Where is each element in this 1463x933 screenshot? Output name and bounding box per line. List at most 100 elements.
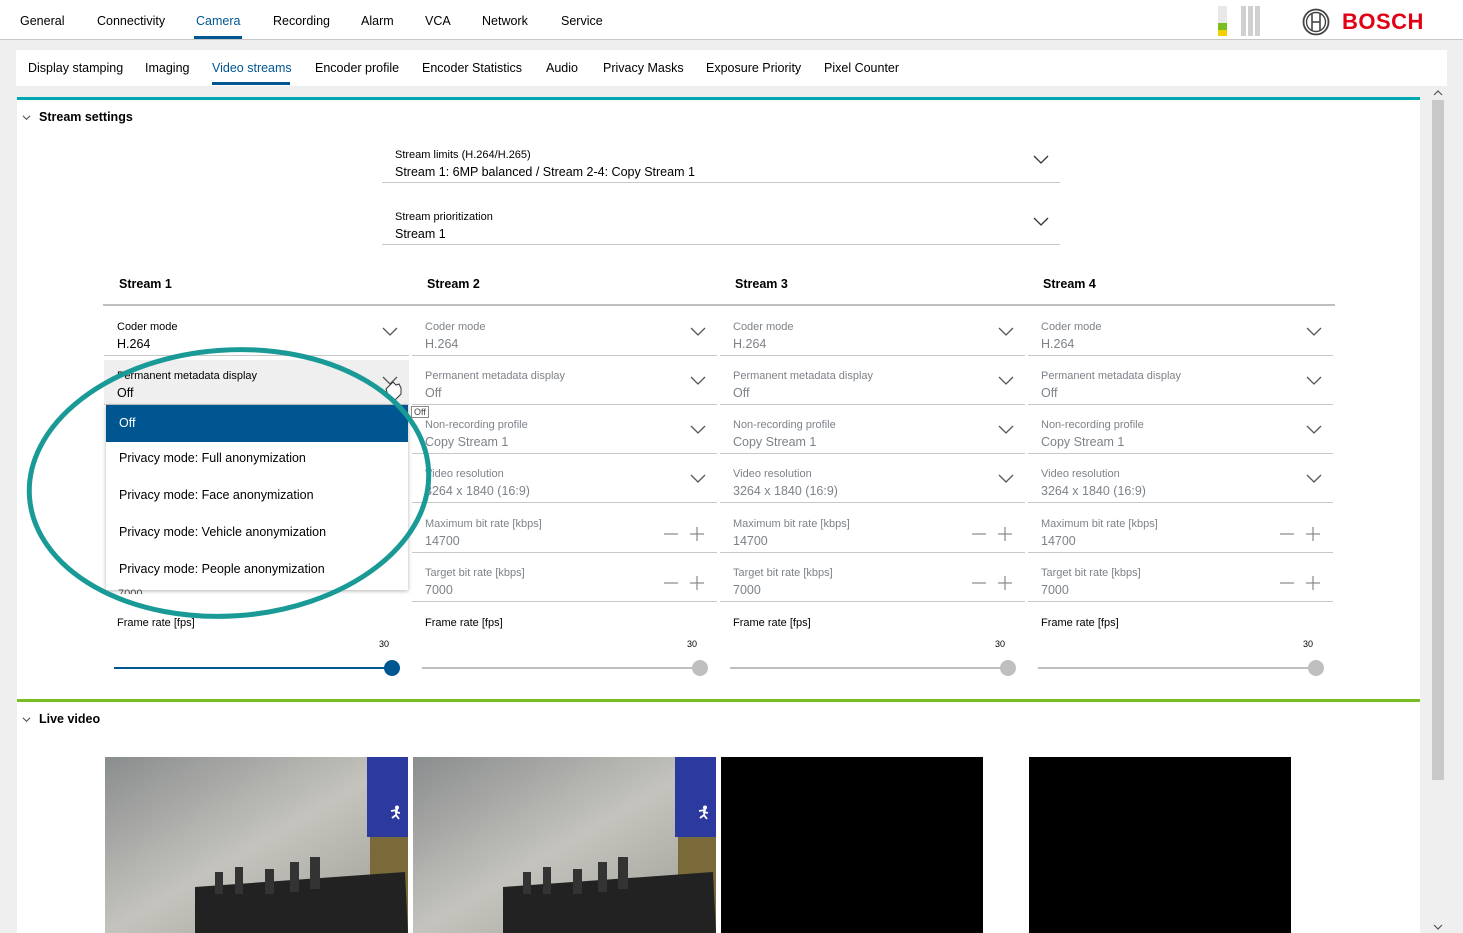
target-bitrate-label: Target bit rate [kbps] [733,567,833,579]
nav-service[interactable]: Service [561,14,603,28]
non-recording-profile-value: Copy Stream 1 [1041,435,1125,449]
stream-4-target-bitrate-input[interactable]: Target bit rate [kbps] 7000 [1028,557,1333,602]
minus-plus-icon[interactable] [970,525,1014,543]
subnav-encoder-statistics[interactable]: Encoder Statistics [422,61,522,75]
video-feed-3[interactable] [721,757,983,933]
coder-mode-label: Coder mode [425,321,486,333]
video-feed-4[interactable] [1029,757,1291,933]
stream-3-header: Stream 3 [735,277,788,291]
stream-4-video-resolution-select[interactable]: Video resolution 3264 x 1840 (16:9) [1028,458,1333,503]
stream-3-frame-rate-thumb[interactable] [1000,660,1016,676]
stream-2-video-resolution-select[interactable]: Video resolution 3264 x 1840 (16:9) [412,458,717,503]
nav-connectivity[interactable]: Connectivity [97,14,165,28]
live-video-header[interactable]: Live video [22,712,100,726]
subnav-exposure-priority[interactable]: Exposure Priority [706,61,801,75]
subnav-encoder-profile[interactable]: Encoder profile [315,61,399,75]
subnav-imaging[interactable]: Imaging [145,61,189,75]
brand-wordmark: BOSCH [1342,9,1424,34]
vertical-scrollbar[interactable] [1428,86,1448,933]
minus-plus-icon[interactable] [970,574,1014,592]
stream-2-frame-rate-thumb[interactable] [692,660,708,676]
coder-mode-label: Coder mode [1041,321,1102,333]
stream-1-frame-rate-max: 30 [379,639,390,649]
live-video-title: Live video [39,712,101,726]
non-recording-profile-value: Copy Stream 1 [425,435,509,449]
video-feed-1[interactable] [105,757,408,933]
nav-camera[interactable]: Camera [196,14,240,28]
stream-settings-accent [17,97,1420,100]
chevron-down-icon [382,327,398,336]
nav-alarm[interactable]: Alarm [361,14,394,28]
stream-2-frame-rate-track[interactable] [422,667,700,669]
stream-4-frame-rate-track[interactable] [1038,667,1316,669]
max-bitrate-label: Maximum bit rate [kbps] [733,518,850,530]
stream-2-max-bitrate-input[interactable]: Maximum bit rate [kbps] 14700 [412,508,717,553]
nav-vca[interactable]: VCA [425,14,451,28]
stream-4-metadata-display-select[interactable]: Permanent metadata display Off [1028,360,1333,405]
non-recording-profile-label: Non-recording profile [1041,419,1144,431]
stream-4-coder-mode-select[interactable]: Coder mode H.264 [1028,311,1333,356]
stream-settings-header[interactable]: Stream settings [22,110,133,124]
coder-mode-value: H.264 [733,337,767,351]
scroll-up-icon[interactable] [1433,89,1443,97]
subnav-display-stamping[interactable]: Display stamping [28,61,123,75]
scrollbar-thumb[interactable] [1432,100,1444,780]
stream-4-max-bitrate-input[interactable]: Maximum bit rate [kbps] 14700 [1028,508,1333,553]
stream-3-frame-rate-track[interactable] [730,667,1008,669]
subnav-audio[interactable]: Audio [546,61,578,75]
minus-plus-icon[interactable] [662,525,706,543]
subnav-video-streams[interactable]: Video streams [212,61,292,75]
coder-mode-label: Coder mode [733,321,794,333]
subnav-privacy-masks[interactable]: Privacy Masks [603,61,684,75]
live-video-accent [17,699,1420,702]
video-feed-2[interactable] [413,757,716,933]
minus-plus-icon[interactable] [1278,574,1322,592]
running-person-icon [390,805,401,820]
nav-recording[interactable]: Recording [273,14,330,28]
bosch-logo: BOSCH [1302,8,1424,36]
stream-3-video-resolution-select[interactable]: Video resolution 3264 x 1840 (16:9) [720,458,1025,503]
chevron-down-icon [1306,376,1322,385]
chevron-down-icon [690,327,706,336]
non-recording-profile-label: Non-recording profile [733,419,836,431]
stream-3-metadata-display-select[interactable]: Permanent metadata display Off [720,360,1025,405]
stream-2-header: Stream 2 [427,277,480,291]
stream-1-frame-rate-thumb[interactable] [384,660,400,676]
nav-general[interactable]: General [20,14,64,28]
subnav-pixel-counter[interactable]: Pixel Counter [824,61,899,75]
stream-2-metadata-display-select[interactable]: Permanent metadata display Off [412,360,717,405]
stream-limits-select[interactable]: Stream limits (H.264/H.265) Stream 1: 6M… [382,139,1060,183]
scroll-down-icon[interactable] [1433,923,1443,931]
stream-4-frame-rate-thumb[interactable] [1308,660,1324,676]
stream-3-max-bitrate-input[interactable]: Maximum bit rate [kbps] 14700 [720,508,1025,553]
stream-limits-label: Stream limits (H.264/H.265) [395,149,531,161]
minus-plus-icon[interactable] [662,574,706,592]
nav-active-indicator [194,36,242,39]
stream-4-non-recording-profile-select[interactable]: Non-recording profile Copy Stream 1 [1028,409,1333,454]
subnav-active-indicator [212,82,290,85]
target-bitrate-value: 7000 [733,583,761,597]
highlight-ellipse [26,347,432,619]
stream-3-coder-mode-select[interactable]: Coder mode H.264 [720,311,1025,356]
camera-scene-image [413,757,716,933]
stream-3-frame-rate-label: Frame rate [fps] [733,617,811,629]
top-navigation: General Connectivity Camera Recording Al… [0,0,1463,40]
minus-plus-icon[interactable] [1278,525,1322,543]
chevron-down-icon [998,425,1014,434]
coder-mode-label: Coder mode [117,321,178,333]
stream-3-non-recording-profile-select[interactable]: Non-recording profile Copy Stream 1 [720,409,1025,454]
chevron-down-icon [1306,425,1322,434]
chevron-down-icon [690,474,706,483]
stream-2-coder-mode-select[interactable]: Coder mode H.264 [412,311,717,356]
nav-network[interactable]: Network [482,14,528,28]
target-bitrate-label: Target bit rate [kbps] [1041,567,1141,579]
stream-1-frame-rate-track[interactable] [114,667,392,669]
stream-prioritization-select[interactable]: Stream prioritization Stream 1 [382,201,1060,245]
stream-3-target-bitrate-input[interactable]: Target bit rate [kbps] 7000 [720,557,1025,602]
stream-4-header: Stream 4 [1043,277,1096,291]
stream-2-frame-rate-max: 30 [687,639,698,649]
stream-3-frame-rate-max: 30 [995,639,1006,649]
stream-2-non-recording-profile-select[interactable]: Non-recording profile Copy Stream 1 [412,409,717,454]
stream-2-target-bitrate-input[interactable]: Target bit rate [kbps] 7000 [412,557,717,602]
signal-level-icon [1218,6,1260,36]
